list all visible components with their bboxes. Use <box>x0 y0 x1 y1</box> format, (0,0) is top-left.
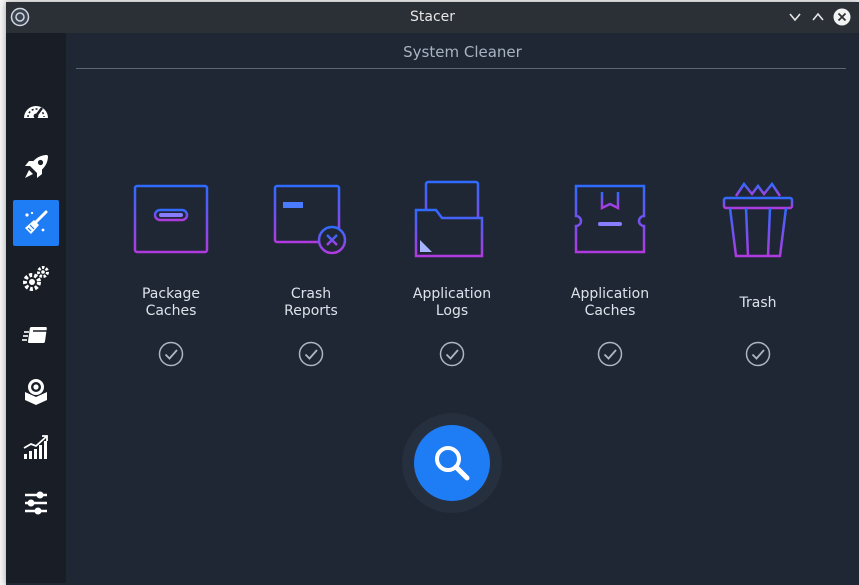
sidebar-item-settings[interactable] <box>13 480 59 526</box>
category-label: Crash Reports <box>284 286 338 319</box>
gears-icon <box>23 266 49 291</box>
application-caches-icon <box>574 184 646 254</box>
chevron-down-icon <box>789 13 801 22</box>
rocket-icon <box>25 155 48 178</box>
search-icon <box>435 446 470 481</box>
check-icon[interactable] <box>439 341 465 367</box>
close-button[interactable] <box>832 7 852 27</box>
sidebar-item-dashboard[interactable] <box>13 88 59 134</box>
chart-icon <box>23 435 48 459</box>
title-bar[interactable]: Stacer <box>6 2 859 33</box>
processes-icon <box>22 327 47 343</box>
check-icon[interactable] <box>597 341 623 367</box>
category-label: Application Caches <box>570 286 650 319</box>
category-application-caches[interactable]: Application Caches <box>540 178 680 368</box>
scan-button-ring <box>402 413 502 513</box>
crash-reports-icon <box>273 184 347 255</box>
close-icon <box>833 8 851 26</box>
sidebar-item-uninstaller[interactable] <box>13 368 59 414</box>
window-title: Stacer <box>409 9 456 25</box>
scan-button[interactable] <box>414 425 490 501</box>
category-label: Package Caches <box>141 286 201 319</box>
sidebar <box>6 33 66 583</box>
category-label: Application Logs <box>412 286 492 319</box>
check-icon[interactable] <box>745 341 771 367</box>
category-package-caches[interactable]: Package Caches <box>101 178 241 368</box>
speedometer-icon <box>24 106 48 119</box>
broom-icon <box>25 210 48 234</box>
sliders-icon <box>25 491 47 515</box>
check-icon[interactable] <box>298 341 324 367</box>
sidebar-item-processes[interactable] <box>13 312 59 358</box>
maximize-button[interactable] <box>808 7 828 27</box>
app-window: Stacer System Cleaner Package Caches Cra… <box>6 2 859 585</box>
category-label: Trash <box>739 295 777 311</box>
system-cleaner-panel: System Cleaner Package Caches Crash Repo… <box>66 33 859 583</box>
sidebar-item-system-cleaner[interactable] <box>13 200 59 246</box>
application-logs-icon <box>414 180 488 258</box>
package-caches-icon <box>133 184 209 254</box>
title-divider <box>76 68 846 69</box>
page-title: System Cleaner <box>403 43 522 61</box>
category-crash-reports[interactable]: Crash Reports <box>241 178 381 368</box>
sidebar-item-services[interactable] <box>13 256 59 302</box>
category-application-logs[interactable]: Application Logs <box>382 178 522 368</box>
category-trash[interactable]: Trash <box>688 178 828 368</box>
sidebar-item-startup-apps[interactable] <box>13 144 59 190</box>
minimize-button[interactable] <box>785 7 805 27</box>
trash-icon <box>722 181 794 258</box>
sidebar-item-resources[interactable] <box>13 424 59 470</box>
chevron-up-icon <box>812 12 824 21</box>
package-icon <box>25 379 47 405</box>
check-icon[interactable] <box>158 341 184 367</box>
